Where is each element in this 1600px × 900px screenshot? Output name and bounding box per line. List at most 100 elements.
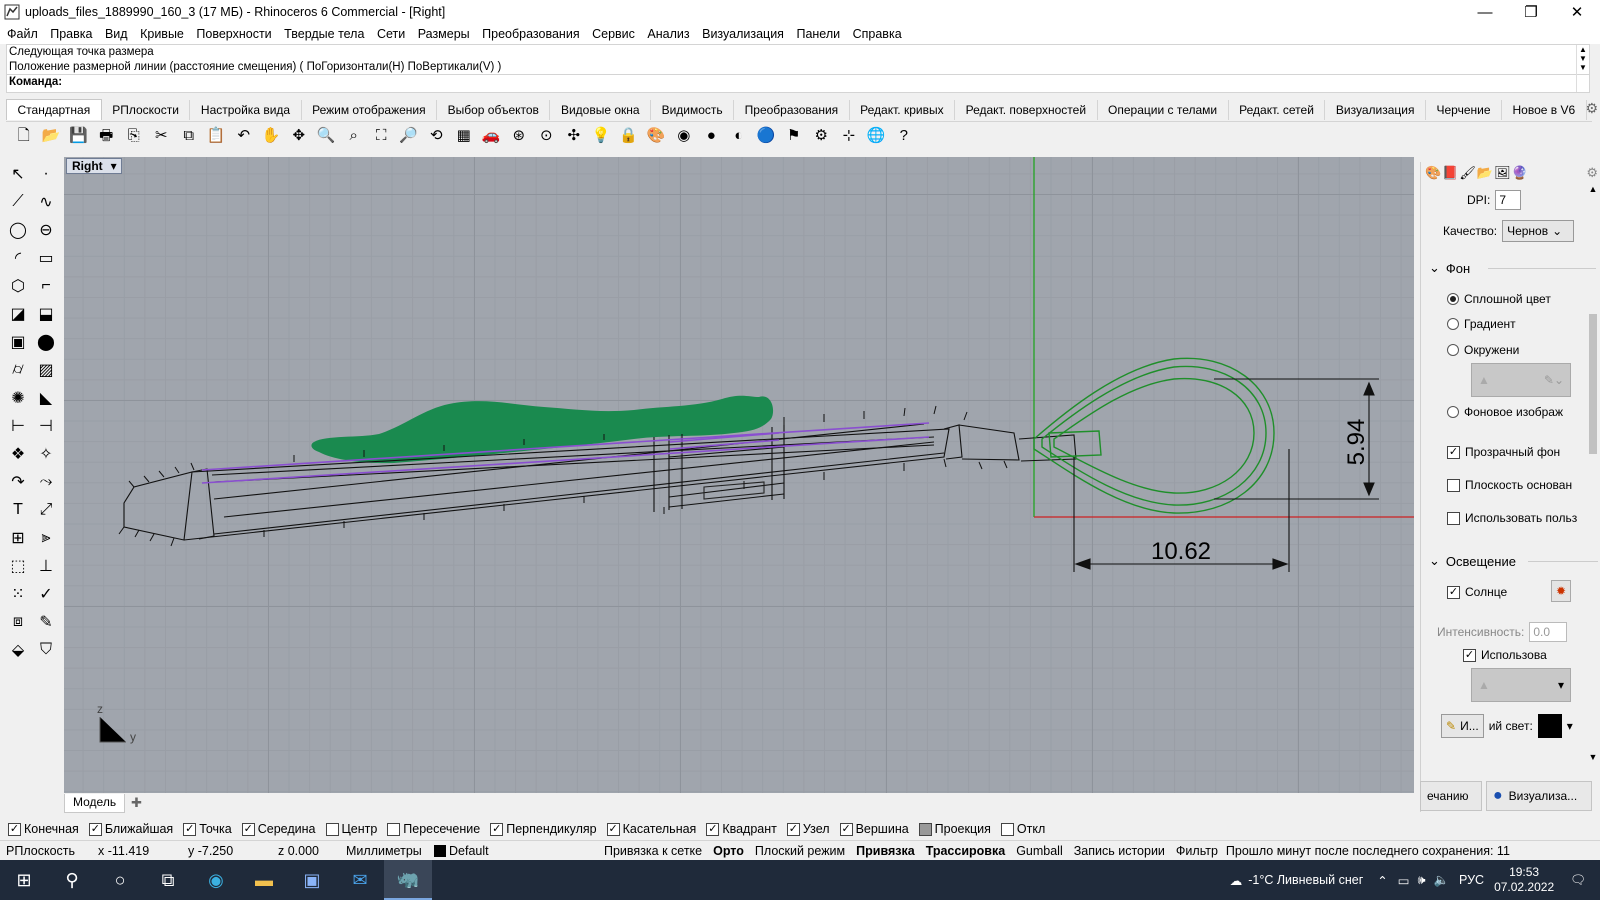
- dimension-icon[interactable]: ⊥: [32, 552, 60, 580]
- osnap-checkbox[interactable]: ✓: [490, 822, 504, 836]
- filter-icon[interactable]: ⚑: [780, 124, 808, 148]
- menu-help[interactable]: Справка: [853, 27, 902, 41]
- layer-icon[interactable]: ⧈: [4, 608, 32, 636]
- add-layout-icon[interactable]: ✚: [131, 795, 142, 811]
- tray-chevron-icon[interactable]: ⌃: [1377, 873, 1387, 888]
- osnap-checkbox[interactable]: ✓: [8, 822, 21, 836]
- tab-1[interactable]: РПлоскости: [102, 100, 191, 120]
- clock[interactable]: 19:53 07.02.2022: [1494, 865, 1554, 895]
- weather-icon[interactable]: ☁: [1230, 873, 1243, 888]
- group-icon[interactable]: ❖: [4, 440, 32, 468]
- tab-3[interactable]: Режим отображения: [302, 100, 438, 120]
- sphere-panel-icon[interactable]: 🔮: [1512, 165, 1528, 181]
- tab-14[interactable]: Новое в V6: [1502, 100, 1587, 120]
- box-icon[interactable]: ▣: [4, 328, 32, 356]
- split-icon[interactable]: ⊢: [4, 412, 32, 440]
- osnap-item[interactable]: ✓ Узел: [786, 822, 830, 836]
- quality-select[interactable]: Чернов ⌄: [1502, 220, 1575, 242]
- render-panel-icon[interactable]: 🖼: [1494, 165, 1511, 181]
- text-icon[interactable]: T: [4, 496, 32, 524]
- undo-icon[interactable]: ↶: [230, 124, 258, 148]
- bg-image-option[interactable]: Фоновое изображ: [1447, 405, 1563, 419]
- status-history[interactable]: Запись истории: [1074, 844, 1165, 858]
- arc-icon[interactable]: ◜: [4, 244, 32, 272]
- file-explorer-icon[interactable]: ▬: [240, 860, 288, 900]
- status-smarttrack[interactable]: Трассировка: [926, 844, 1006, 858]
- cylinder-icon[interactable]: ⌭: [4, 356, 32, 384]
- menu-render[interactable]: Визуализация: [702, 27, 784, 41]
- boolean-union-icon[interactable]: ⬤: [32, 328, 60, 356]
- paint-bucket-icon[interactable]: ⛉: [32, 636, 60, 664]
- edit-icon[interactable]: ✎: [32, 608, 60, 636]
- osnap-item[interactable]: ✓ Середина: [241, 822, 316, 836]
- tab-11[interactable]: Редакт. сетей: [1229, 100, 1326, 120]
- edge-browser-icon[interactable]: ◉: [192, 860, 240, 900]
- tab-default[interactable]: ечанию: [1420, 781, 1482, 811]
- rendered-sphere-icon[interactable]: ◐: [725, 124, 753, 148]
- print-icon[interactable]: 🖶: [93, 124, 121, 148]
- osnap-checkbox[interactable]: ✓: [786, 822, 800, 836]
- green-figure-model[interactable]: [311, 395, 774, 464]
- osnap-checkbox[interactable]: [1000, 822, 1014, 836]
- sky-swatch[interactable]: ▲ ▾: [1471, 668, 1571, 702]
- scale-icon[interactable]: ⤢: [32, 496, 60, 524]
- tab-render[interactable]: ● Визуализа...: [1486, 781, 1592, 811]
- folder-panel-icon[interactable]: 📂: [1477, 165, 1493, 181]
- osnap-item[interactable]: ✓ Перпендикуляр: [490, 822, 597, 836]
- zoom-window-icon[interactable]: ⌕: [340, 124, 368, 148]
- rhino-taskbar-icon[interactable]: 🦏: [384, 860, 432, 900]
- ground-plane-checkbox[interactable]: [1447, 478, 1460, 492]
- texture-panel-icon[interactable]: 🖌: [1459, 165, 1476, 181]
- tab-2[interactable]: Настройка вида: [190, 100, 302, 120]
- tab-13[interactable]: Черчение: [1426, 100, 1503, 120]
- status-grid-snap[interactable]: Привязка к сетке: [604, 844, 702, 858]
- render-preview-icon[interactable]: ⊛: [505, 124, 533, 148]
- rotate-view-icon[interactable]: ✥: [285, 124, 313, 148]
- zoom-icon[interactable]: 🔍: [313, 124, 341, 148]
- osnap-item[interactable]: Откл: [1000, 822, 1045, 836]
- four-viewports-icon[interactable]: ▦: [450, 124, 478, 148]
- undo-view-icon[interactable]: ⟲: [423, 124, 451, 148]
- blue-sphere-icon[interactable]: 🔵: [753, 124, 781, 148]
- light-bulb-icon[interactable]: 💡: [588, 124, 616, 148]
- color-wheel-icon[interactable]: ◉: [670, 124, 698, 148]
- speaker-icon[interactable]: 🕪: [1418, 873, 1426, 888]
- menu-view[interactable]: Вид: [105, 27, 128, 41]
- material-icon[interactable]: 🎨: [643, 124, 671, 148]
- explode-icon[interactable]: ✺: [4, 384, 32, 412]
- copy-object-icon[interactable]: ⤳: [32, 468, 60, 496]
- bg-environment-option[interactable]: Окружени: [1447, 343, 1519, 357]
- sun-option[interactable]: ✓ Солнце: [1447, 585, 1507, 599]
- tab-8[interactable]: Редакт. кривых: [850, 100, 956, 120]
- extrude-curve-icon[interactable]: ⬓: [32, 300, 60, 328]
- background-section-header[interactable]: ⌄ Фон: [1429, 260, 1597, 276]
- surface-corner-icon[interactable]: ◪: [4, 300, 32, 328]
- fillet-curve-icon[interactable]: ⌐: [32, 272, 60, 300]
- join-icon[interactable]: ⊣: [32, 412, 60, 440]
- block-icon[interactable]: ⬚: [4, 552, 32, 580]
- pan-hand-icon[interactable]: ✋: [258, 124, 286, 148]
- menu-solids[interactable]: Твердые тела: [284, 27, 364, 41]
- osnap-item[interactable]: ✓ Касательная: [606, 822, 696, 836]
- osnap-checkbox[interactable]: ✓: [606, 822, 620, 836]
- language-indicator[interactable]: РУС: [1459, 873, 1484, 887]
- osnap-checkbox[interactable]: ✓: [183, 822, 197, 836]
- car-icon[interactable]: 🚗: [478, 124, 506, 148]
- grid-array-icon[interactable]: ⁙: [4, 580, 32, 608]
- tab-5[interactable]: Видовые окна: [550, 100, 652, 120]
- vertical-dimension-text[interactable]: 5.94: [1343, 419, 1370, 466]
- viewport-canvas[interactable]: 5.94 10.62 z y: [64, 157, 1414, 793]
- polygon-icon[interactable]: ⬡: [4, 272, 32, 300]
- status-gumball[interactable]: Gumball: [1016, 844, 1063, 858]
- cube-icon[interactable]: ⬙: [4, 636, 32, 664]
- ellipse-icon[interactable]: ⊖: [32, 216, 60, 244]
- ungroup-icon[interactable]: ✧: [32, 440, 60, 468]
- osnap-checkbox[interactable]: [918, 822, 932, 836]
- osnap-item[interactable]: ✓ Квадрант: [706, 822, 777, 836]
- menu-dimensions[interactable]: Размеры: [418, 27, 470, 41]
- lock-icon[interactable]: 🔒: [615, 124, 643, 148]
- shaded-sphere-icon[interactable]: ●: [698, 124, 726, 148]
- notifications-icon[interactable]: 🗨: [1570, 873, 1586, 888]
- osnap-checkbox[interactable]: ✓: [706, 822, 720, 836]
- tab-model[interactable]: Модель: [64, 793, 126, 813]
